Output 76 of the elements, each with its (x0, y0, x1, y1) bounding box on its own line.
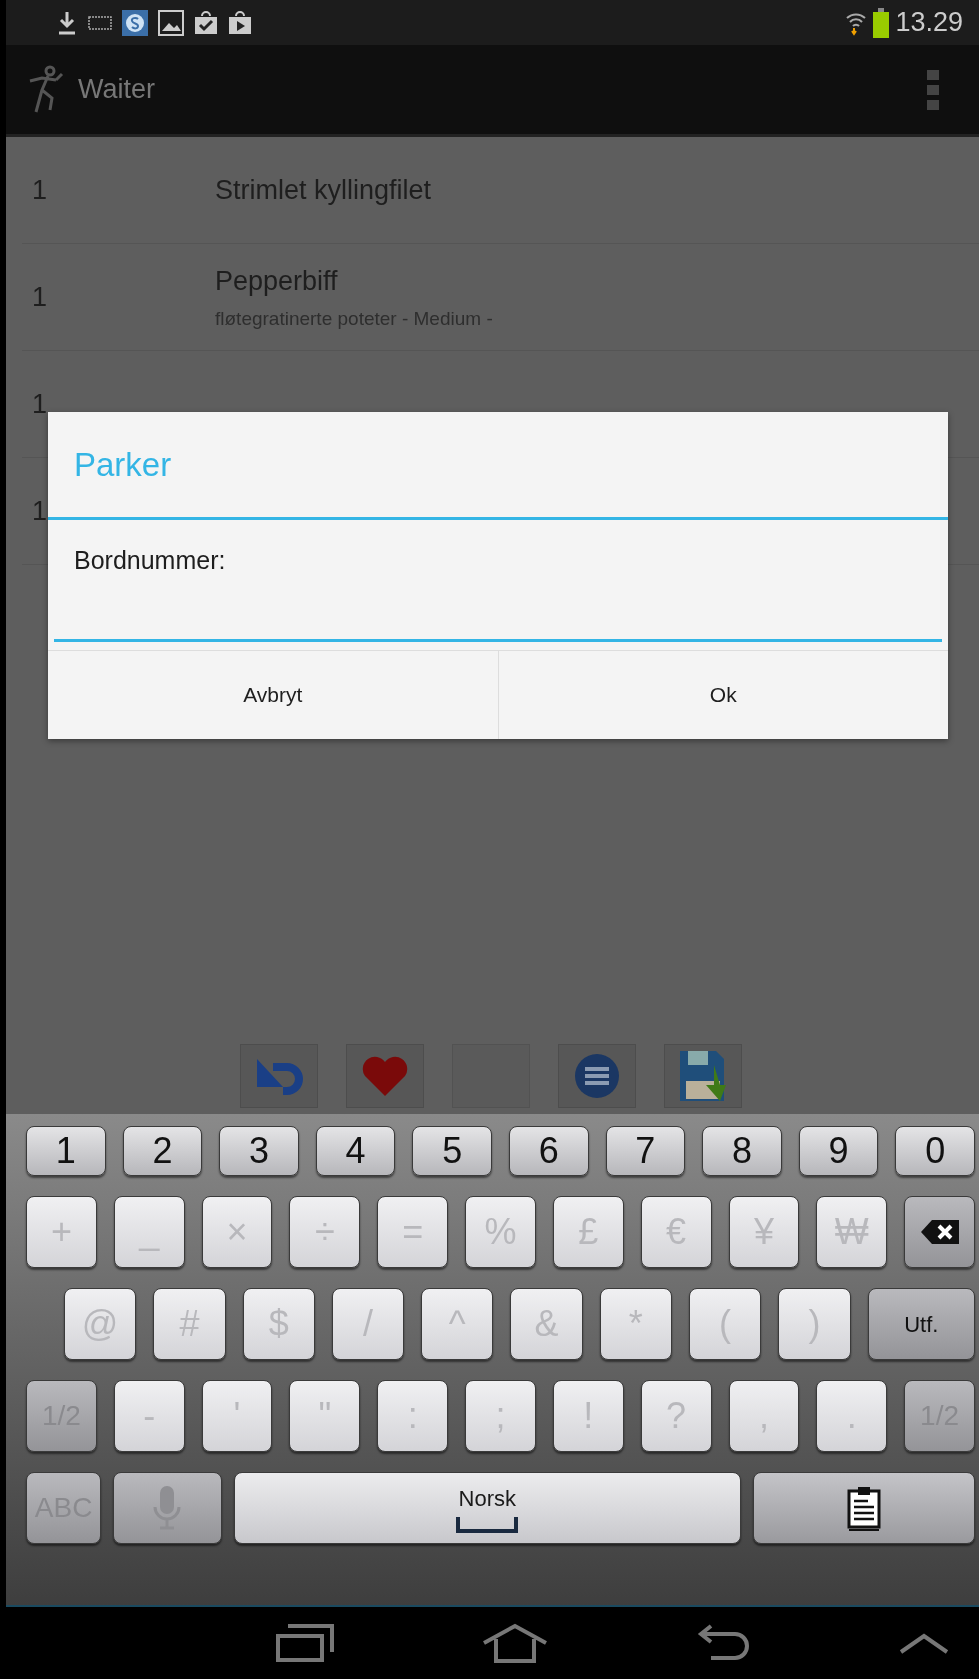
keyboard-key[interactable]: . (816, 1380, 888, 1452)
keyboard-key[interactable]: - (113, 1380, 185, 1452)
quantity: 1 (31, 173, 49, 207)
keyboard-key[interactable]: + (26, 1196, 97, 1268)
back-icon[interactable] (696, 1624, 751, 1662)
up-chevron-icon[interactable] (899, 1632, 949, 1654)
keyboard-key[interactable]: ! (552, 1380, 624, 1452)
app-icon (122, 9, 148, 36)
keyboard-key[interactable]: ) (778, 1288, 851, 1360)
keyboard-key[interactable]: ^ (421, 1288, 494, 1360)
keyboard-key[interactable]: & (510, 1288, 583, 1360)
keyboard-key[interactable]: : (377, 1380, 449, 1452)
keyboard-key[interactable]: 0 (895, 1126, 975, 1176)
keyboard-key[interactable]: ÷ (289, 1196, 361, 1268)
list-button[interactable] (557, 1044, 636, 1108)
backspace-key[interactable] (904, 1196, 975, 1268)
keyboard-key[interactable]: % (465, 1196, 536, 1268)
keyboard-key[interactable]: 4 (315, 1126, 396, 1176)
download-icon (56, 9, 78, 36)
waiter-logo-icon (28, 64, 66, 115)
keyboard-key[interactable]: £ (552, 1196, 624, 1268)
recent-apps-icon[interactable] (276, 1624, 334, 1662)
keyboard-key[interactable]: _ (113, 1196, 185, 1268)
clock: 13.29 (895, 6, 963, 40)
keyboard-icon (88, 15, 112, 30)
keyboard-key[interactable]: 1 (26, 1126, 106, 1176)
microphone-icon (152, 1485, 183, 1531)
keyboard-key[interactable]: " (289, 1380, 361, 1452)
dialog-button[interactable]: Ok (497, 650, 948, 739)
play-bag-icon (228, 10, 252, 35)
save-button[interactable] (663, 1044, 742, 1108)
space-icon (456, 1514, 519, 1535)
keyboard-key[interactable]: ¥ (728, 1196, 800, 1268)
space-key[interactable]: Norsk (233, 1472, 742, 1544)
quantity: 1 (31, 387, 49, 421)
item-name: Pepperbiff (215, 264, 339, 298)
field-label: Bordnummer: (73, 545, 227, 576)
keyboard-key[interactable]: 6 (508, 1126, 589, 1176)
keyboard-key[interactable]: ( (688, 1288, 762, 1360)
keyboard-key[interactable]: 7 (605, 1126, 686, 1176)
clipboard-icon (846, 1485, 883, 1531)
keyboard-key[interactable]: # (153, 1288, 226, 1360)
keyboard-key[interactable]: = (377, 1196, 449, 1268)
keyboard-key[interactable]: , (728, 1380, 800, 1452)
keyboard-key[interactable]: 8 (702, 1126, 782, 1176)
list-icon (573, 1053, 620, 1099)
dialog-button[interactable]: Avbryt (48, 650, 498, 739)
item-name: Strimlet kyllingfilet (215, 173, 432, 207)
order-row[interactable]: 1 Strimlet kyllingfilet (22, 137, 979, 244)
keyboard-key[interactable]: 9 (798, 1126, 879, 1176)
checked-bag-icon (194, 10, 218, 35)
keyboard-key[interactable]: 2 (122, 1126, 203, 1176)
keyboard-key[interactable]: ₩ (816, 1196, 888, 1268)
mic-key[interactable] (113, 1472, 222, 1544)
battery-icon (873, 7, 890, 38)
keyboard-key[interactable]: € (640, 1196, 712, 1268)
keyboard-key[interactable]: ' (201, 1380, 273, 1452)
keyboard-key[interactable]: ? (640, 1380, 712, 1452)
keyboard-key[interactable]: $ (242, 1288, 315, 1360)
quantity: 1 (31, 280, 49, 314)
key-label: Norsk (458, 1484, 517, 1513)
keyboard-key[interactable]: 5 (412, 1126, 492, 1176)
keyboard-key[interactable]: × (201, 1196, 273, 1268)
keyboard-key[interactable]: 3 (219, 1126, 299, 1176)
quantity: 1 (31, 494, 49, 528)
clipboard-key[interactable] (753, 1472, 975, 1544)
keyboard-key[interactable]: @ (64, 1288, 137, 1360)
image-icon (158, 9, 184, 36)
app-title: Waiter (78, 73, 155, 107)
keyboard-key[interactable]: * (599, 1288, 672, 1360)
keyboard-key[interactable]: / (331, 1288, 405, 1360)
home-icon[interactable] (482, 1623, 549, 1663)
floppy-disk-icon (677, 1049, 728, 1103)
backspace-icon (919, 1219, 960, 1245)
action-key[interactable]: Utf. (867, 1288, 975, 1360)
keyboard-key[interactable]: ; (465, 1380, 536, 1452)
